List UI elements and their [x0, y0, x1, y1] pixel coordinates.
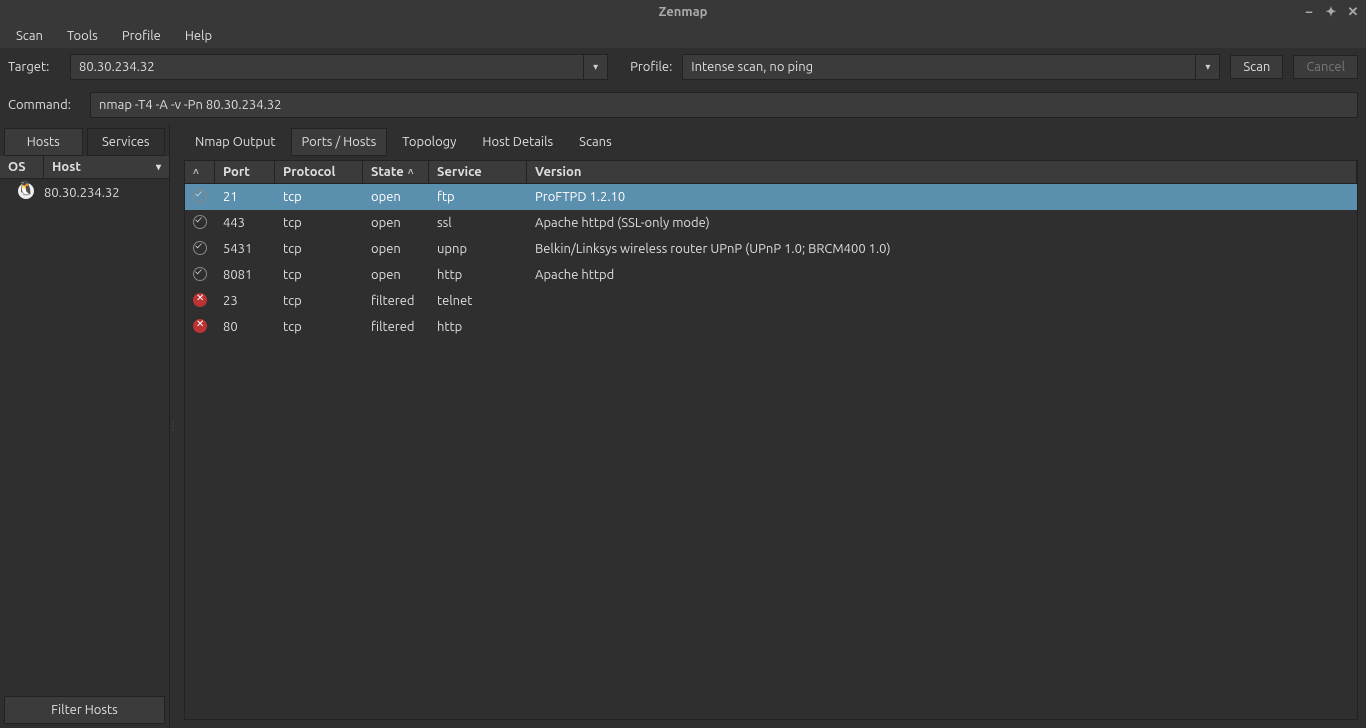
target-dropdown-icon[interactable]: ▾ — [583, 55, 607, 79]
cell-state: open — [363, 242, 429, 256]
target-input[interactable] — [71, 60, 583, 74]
cell-protocol: tcp — [275, 242, 363, 256]
cell-protocol: tcp — [275, 320, 363, 334]
menu-profile[interactable]: Profile — [112, 27, 171, 45]
cell-service: telnet — [429, 294, 527, 308]
chevron-down-icon: ▾ — [156, 161, 161, 173]
profile-label: Profile: — [630, 60, 672, 74]
host-list: 80.30.234.32 — [0, 179, 169, 692]
cell-port: 5431 — [215, 242, 275, 256]
target-label: Target: — [8, 60, 60, 74]
table-row[interactable]: 23tcpfilteredtelnet — [185, 288, 1357, 314]
cell-service: upnp — [429, 242, 527, 256]
tab-ports-hosts[interactable]: Ports / Hosts — [291, 128, 388, 156]
cell-port: 21 — [215, 190, 275, 204]
ports-table-header: ˄ Port Protocol State˄ Service Version — [185, 161, 1357, 184]
table-row[interactable]: 443tcpopensslApache httpd (SSL-only mode… — [185, 210, 1357, 236]
host-ip: 80.30.234.32 — [44, 186, 120, 200]
ports-table: ˄ Port Protocol State˄ Service Version 2… — [184, 160, 1358, 720]
main-split: Hosts Services OS Host ▾ 80.30.234.32 Fi… — [0, 124, 1366, 728]
column-protocol[interactable]: Protocol — [275, 161, 363, 183]
cell-state: open — [363, 216, 429, 230]
cell-state: open — [363, 268, 429, 282]
command-label: Command: — [8, 98, 80, 112]
cell-protocol: tcp — [275, 268, 363, 282]
cell-port: 8081 — [215, 268, 275, 282]
cell-state: open — [363, 190, 429, 204]
tab-scans[interactable]: Scans — [568, 128, 623, 156]
cell-protocol: tcp — [275, 294, 363, 308]
tab-nmap-output[interactable]: Nmap Output — [184, 128, 287, 156]
target-combo[interactable]: ▾ — [70, 54, 608, 80]
right-tabs: Nmap Output Ports / Hosts Topology Host … — [176, 124, 1366, 156]
tab-services[interactable]: Services — [87, 128, 166, 156]
menu-tools[interactable]: Tools — [57, 27, 108, 45]
cell-version: Apache httpd (SSL-only mode) — [527, 216, 1357, 230]
status-open-icon — [185, 189, 215, 206]
profile-dropdown-icon[interactable]: ▾ — [1195, 55, 1219, 79]
left-tabs: Hosts Services — [0, 124, 169, 156]
scan-button[interactable]: Scan — [1230, 55, 1283, 79]
minimize-icon[interactable]: – — [1302, 5, 1316, 19]
column-host-label: Host — [52, 160, 81, 174]
host-row[interactable]: 80.30.234.32 — [0, 179, 169, 206]
sort-asc-icon: ˄ — [408, 166, 414, 178]
column-state[interactable]: State˄ — [363, 161, 429, 183]
linux-icon — [8, 183, 44, 202]
table-row[interactable]: 5431tcpopenupnpBelkin/Linksys wireless r… — [185, 236, 1357, 262]
tab-topology[interactable]: Topology — [391, 128, 467, 156]
ports-table-body: 21tcpopenftpProFTPD 1.2.10443tcpopensslA… — [185, 184, 1357, 719]
cell-protocol: tcp — [275, 216, 363, 230]
cell-version: ProFTPD 1.2.10 — [527, 190, 1357, 204]
toolbar-row-2: Command: — [0, 86, 1366, 124]
table-row[interactable]: 80tcpfilteredhttp — [185, 314, 1357, 340]
column-port[interactable]: Port — [215, 161, 275, 183]
tab-hosts[interactable]: Hosts — [4, 128, 83, 156]
table-row[interactable]: 21tcpopenftpProFTPD 1.2.10 — [185, 184, 1357, 210]
column-service[interactable]: Service — [429, 161, 527, 183]
status-open-icon — [185, 267, 215, 284]
status-filtered-icon — [185, 319, 215, 336]
cell-service: ftp — [429, 190, 527, 204]
cell-port: 23 — [215, 294, 275, 308]
column-version[interactable]: Version — [527, 161, 1357, 183]
cell-port: 443 — [215, 216, 275, 230]
maximize-icon[interactable]: ✦ — [1324, 5, 1338, 20]
host-list-header: OS Host ▾ — [0, 156, 169, 179]
right-panel: Nmap Output Ports / Hosts Topology Host … — [176, 124, 1366, 728]
tab-host-details[interactable]: Host Details — [471, 128, 564, 156]
filter-hosts-button[interactable]: Filter Hosts — [4, 696, 165, 724]
cell-state: filtered — [363, 320, 429, 334]
profile-input[interactable] — [683, 60, 1195, 74]
cell-service: http — [429, 268, 527, 282]
column-host[interactable]: Host ▾ — [44, 156, 169, 178]
status-filtered-icon — [185, 293, 215, 310]
column-status[interactable]: ˄ — [185, 161, 215, 183]
window-title: Zenmap — [659, 5, 708, 19]
profile-combo[interactable]: ▾ — [682, 54, 1220, 80]
column-os[interactable]: OS — [0, 156, 44, 178]
cancel-button[interactable]: Cancel — [1293, 55, 1358, 79]
cell-version: Apache httpd — [527, 268, 1357, 282]
toolbar-row-1: Target: ▾ Profile: ▾ Scan Cancel — [0, 48, 1366, 86]
menubar: Scan Tools Profile Help — [0, 24, 1366, 48]
cell-version: Belkin/Linksys wireless router UPnP (UPn… — [527, 242, 1357, 256]
status-open-icon — [185, 215, 215, 232]
status-open-icon — [185, 241, 215, 258]
left-panel: Hosts Services OS Host ▾ 80.30.234.32 Fi… — [0, 124, 170, 728]
menu-scan[interactable]: Scan — [6, 27, 53, 45]
cell-service: ssl — [429, 216, 527, 230]
menu-help[interactable]: Help — [175, 27, 222, 45]
cell-port: 80 — [215, 320, 275, 334]
close-icon[interactable]: ✕ — [1346, 5, 1360, 20]
table-row[interactable]: 8081tcpopenhttpApache httpd — [185, 262, 1357, 288]
command-input[interactable] — [90, 92, 1358, 118]
cell-protocol: tcp — [275, 190, 363, 204]
cell-state: filtered — [363, 294, 429, 308]
titlebar: Zenmap – ✦ ✕ — [0, 0, 1366, 24]
cell-service: http — [429, 320, 527, 334]
